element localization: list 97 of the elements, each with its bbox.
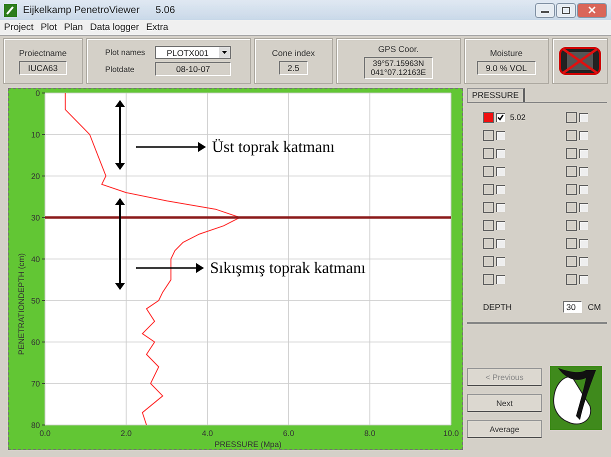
axis-title: PRESSURE (Mpa): [214, 440, 282, 449]
cone-index-field: 2.5: [278, 60, 308, 74]
axis-tick-label: 30: [31, 214, 40, 222]
color-swatch[interactable]: [566, 166, 577, 176]
color-swatch[interactable]: [483, 256, 494, 266]
axis-tick-label: 10.0: [443, 429, 459, 438]
axis-tick-label: 4.0: [202, 429, 213, 438]
axis-tick-label: 20: [31, 172, 40, 181]
axis-tick-label: 0: [36, 89, 40, 98]
axis-tick-label: 70: [31, 380, 40, 388]
checkbox[interactable]: [496, 184, 505, 194]
checkbox[interactable]: [496, 166, 505, 176]
field-label: GPS Coor.: [378, 44, 419, 54]
version-label: 5.06: [156, 4, 176, 16]
field-label: Cone index: [272, 48, 315, 58]
device-disconnected-icon[interactable]: [557, 45, 603, 77]
field-label: Moisture: [490, 48, 523, 58]
menu-item[interactable]: Plot: [40, 22, 57, 33]
checkbox[interactable]: [496, 220, 505, 230]
color-swatch[interactable]: [483, 184, 494, 194]
checkbox[interactable]: [578, 130, 588, 140]
logo-icon: [550, 366, 602, 430]
dropdown-icon[interactable]: [219, 47, 230, 58]
app-icon: [4, 4, 17, 16]
value-label: 5.02: [510, 112, 526, 122]
project-field: IUCA63: [18, 60, 67, 74]
checkbox[interactable]: [496, 148, 505, 158]
nav-button[interactable]: Average: [467, 420, 542, 438]
field-label: Plot names: [105, 48, 146, 57]
axis-tick-label: 10: [31, 130, 40, 140]
color-swatch[interactable]: [566, 238, 577, 248]
close-button[interactable]: [577, 2, 607, 18]
checkbox[interactable]: [496, 238, 505, 248]
axis-tick-label: 6.0: [283, 429, 294, 438]
axis-tick-label: 0.0: [39, 429, 51, 438]
gps-field: 39°57.15963N 041°07.12163E: [364, 56, 434, 78]
axis-tick-label: 80: [31, 421, 40, 430]
field-label: Proiectname: [18, 48, 67, 58]
moisture-field: 9.0 % VOL: [476, 60, 536, 74]
menu-item[interactable]: Plan: [64, 22, 83, 33]
axis-tick-label: 8.0: [364, 429, 376, 438]
checkbox[interactable]: [578, 220, 588, 230]
checkbox[interactable]: [578, 112, 588, 122]
depth-field[interactable]: 30: [563, 301, 582, 313]
pressure-tab[interactable]: PRESSURE: [467, 88, 525, 102]
checkbox[interactable]: [578, 202, 588, 212]
checkbox[interactable]: [578, 274, 588, 284]
checkbox[interactable]: [578, 238, 588, 248]
unit-label: CM: [588, 302, 601, 312]
color-swatch[interactable]: [566, 130, 577, 140]
checkbox[interactable]: [496, 274, 505, 284]
axis-tick-label: 40: [31, 255, 40, 264]
checkbox[interactable]: [578, 166, 588, 176]
color-swatch[interactable]: [483, 220, 494, 230]
window-title: Eijkelkamp PenetroViewer: [23, 4, 140, 16]
menu-item[interactable]: Project: [4, 22, 34, 33]
maximize-button[interactable]: [556, 2, 576, 18]
color-swatch[interactable]: [566, 148, 577, 158]
color-swatch[interactable]: [566, 202, 577, 212]
maximize-icon[interactable]: [562, 6, 570, 14]
axis-tick-label: 2.0: [120, 429, 132, 438]
checkbox[interactable]: [578, 184, 588, 194]
close-icon[interactable]: [588, 6, 596, 14]
nav-button[interactable]: Next: [467, 394, 542, 412]
color-swatch[interactable]: [483, 202, 494, 212]
right-arrow: [136, 263, 204, 273]
color-swatch[interactable]: [483, 166, 494, 176]
color-swatch[interactable]: [566, 220, 577, 230]
color-swatch[interactable]: [483, 130, 494, 140]
checkbox[interactable]: [496, 130, 505, 140]
color-swatch[interactable]: [566, 256, 577, 266]
axis-tick-label: 50: [31, 296, 40, 306]
checkbox[interactable]: [496, 112, 505, 122]
depth-label: DEPTH: [483, 302, 512, 312]
checkbox[interactable]: [578, 256, 588, 266]
color-swatch[interactable]: [566, 112, 577, 122]
axis-tick-label: 60: [31, 338, 40, 347]
color-swatch[interactable]: [483, 274, 494, 284]
menu-item[interactable]: Extra: [146, 22, 168, 33]
annotation-label: Sıkışmış toprak katmanı: [210, 260, 366, 277]
minimize-button[interactable]: [535, 2, 555, 18]
field-label: Plotdate: [105, 64, 136, 74]
color-swatch[interactable]: [483, 112, 494, 122]
right-arrow: [136, 142, 206, 152]
menu-item[interactable]: Data logger: [90, 22, 140, 33]
checkbox[interactable]: [496, 202, 505, 212]
date-field: 08-10-07: [155, 62, 232, 76]
color-swatch[interactable]: [483, 238, 494, 248]
color-swatch[interactable]: [566, 274, 577, 284]
axis-title: PENETRATIONDEPTH (cm): [17, 253, 26, 355]
double-arrow: [115, 100, 125, 170]
plot-dropdown[interactable]: PLOTX001: [155, 46, 232, 59]
annotation-label: Üst toprak katmanı: [212, 139, 335, 156]
color-swatch[interactable]: [483, 148, 494, 158]
checkbox[interactable]: [496, 256, 505, 266]
color-swatch[interactable]: [566, 184, 577, 194]
checkbox[interactable]: [578, 148, 588, 158]
